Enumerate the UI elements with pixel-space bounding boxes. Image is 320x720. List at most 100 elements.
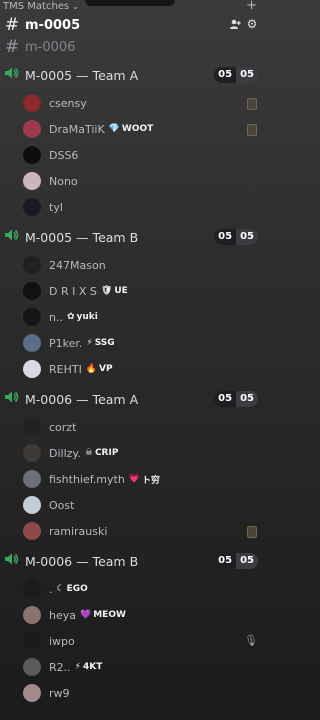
fire-icon: 🔥 (85, 364, 98, 374)
avatar (23, 172, 41, 190)
speaker-icon (3, 551, 25, 571)
user-count: 05 (214, 553, 237, 569)
avatar (23, 360, 41, 378)
voice-channel[interactable]: M-0005 — Team B 05 05 (0, 226, 262, 248)
voice-user[interactable]: corzt (0, 414, 262, 440)
user-count: 05 (214, 391, 237, 407)
voice-user[interactable]: Dillzy. ☠ CRIP (0, 440, 262, 466)
user-limit-badge: 05 05 (214, 553, 258, 569)
username: Nono (49, 174, 78, 188)
voice-user[interactable]: D R I X S 🛡 UE (0, 278, 262, 304)
username: heya (49, 608, 76, 622)
tag-label: CRIP (94, 448, 119, 458)
avatar (23, 658, 41, 676)
tag-label: yuki (76, 312, 98, 322)
voice-user-list: corzt Dillzy. ☠ CRIP fishthief.myth 💗 ト穷 Oost ra… (0, 414, 262, 544)
voice-user[interactable]: csensy (0, 90, 262, 116)
user-limit-badge: 05 05 (214, 391, 258, 407)
muted-mic-icon: 🎙 (244, 634, 258, 647)
voice-user[interactable]: Nono (0, 168, 262, 194)
username: . (49, 582, 53, 596)
heart-icon: 💜 (80, 610, 92, 620)
voice-user[interactable]: DraMaTiiK 💎 WOOT (0, 116, 262, 142)
voice-user[interactable]: DSS6 (0, 142, 262, 168)
server-tag: 💜 MEOW (80, 610, 126, 620)
avatar (23, 522, 41, 540)
speaker-icon (3, 65, 25, 85)
add-member-icon[interactable] (229, 18, 241, 30)
server-tag: 🔥 VP (86, 364, 113, 374)
voice-channel-name: M-0006 — Team B (25, 553, 139, 569)
voice-user[interactable]: fishthief.myth 💗 ト穷 (0, 466, 262, 492)
avatar (23, 94, 41, 112)
voice-user[interactable]: tyl (0, 194, 262, 220)
server-tag: ☠ CRIP (85, 448, 119, 458)
username: DraMaTiiK (49, 122, 105, 136)
voice-channel[interactable]: M-0006 — Team B 05 05 (0, 550, 262, 572)
username: D R I X S (49, 284, 97, 298)
username: 247Mason (49, 258, 106, 272)
voice-channel[interactable]: M-0006 — Team A 05 05 (0, 388, 262, 410)
user-limit: 05 (236, 391, 258, 407)
tag-label: SSG (94, 338, 115, 348)
voice-channel[interactable]: M-0005 — Team A 05 05 (0, 64, 262, 86)
user-count: 05 (214, 229, 237, 245)
username: ramirauski (49, 524, 108, 538)
chevron-down-icon: ⌄ (72, 2, 79, 11)
category-header[interactable]: TMS Matches ⌄ + (0, 0, 262, 14)
voice-user[interactable]: 247Mason (0, 252, 262, 278)
avatar (23, 334, 41, 352)
avatar (23, 606, 41, 624)
voice-user[interactable]: ramirauski (0, 518, 262, 544)
server-tag: 💎 WOOT (109, 124, 154, 134)
username: DSS6 (49, 148, 79, 162)
username: corzt (49, 420, 77, 434)
voice-user[interactable]: R2.. ⚡ 4KT (0, 654, 262, 680)
deafen-bar-icon (247, 124, 257, 136)
voice-user[interactable]: heya 💜 MEOW (0, 602, 262, 628)
category-name: TMS Matches (3, 1, 70, 12)
voice-user[interactable]: P1ker. ⚡ SSG (0, 330, 262, 356)
gear-icon[interactable]: ⚙ (246, 18, 258, 30)
username: R2.. (49, 660, 71, 674)
username: P1ker. (49, 336, 83, 350)
username: Dillzy. (49, 446, 81, 460)
flower-icon: ✿ (66, 312, 75, 322)
username: Oost (49, 498, 75, 512)
channel-name: m-0006 (25, 39, 76, 55)
voice-user[interactable]: iwpo 🎙 (0, 628, 262, 654)
hashtag-icon: # (4, 15, 20, 35)
server-tag: ☾ EGO (57, 584, 88, 594)
deafen-bar-icon (247, 526, 257, 538)
user-limit-badge: 05 05 (214, 67, 258, 83)
add-channel-icon[interactable]: + (246, 0, 257, 13)
avatar (23, 580, 41, 598)
hashtag-icon: # (4, 37, 20, 57)
voice-user[interactable]: n.. ✿ yuki (0, 304, 262, 330)
voice-user[interactable]: REHTI 🔥 VP (0, 356, 262, 382)
text-channel-m-0005[interactable]: # m-0005 ⚙ (0, 14, 262, 36)
deafen-bar-icon (247, 98, 257, 110)
voice-user-list: 247Mason D R I X S 🛡 UE n.. ✿ yuki P1ker. ⚡ SSG RE… (0, 252, 262, 382)
avatar (23, 198, 41, 216)
shield-icon: 🛡 (100, 286, 113, 296)
avatar (23, 256, 41, 274)
category-label[interactable]: TMS Matches ⌄ (3, 1, 79, 12)
avatar (23, 632, 41, 650)
voice-user[interactable]: . ☾ EGO (0, 576, 262, 602)
server-tag: ✿ yuki (67, 312, 98, 322)
user-limit-badge: 05 05 (214, 229, 258, 245)
user-count: 05 (214, 67, 237, 83)
channel-name: m-0005 (25, 17, 81, 33)
voice-user[interactable]: Oost (0, 492, 262, 518)
tag-label: ト穷 (142, 475, 161, 486)
text-channel-m-0006[interactable]: # m-0006 (0, 36, 262, 58)
voice-channel-name: M-0005 — Team B (25, 229, 139, 245)
server-tag: ⚡ SSG (86, 338, 114, 348)
avatar (23, 146, 41, 164)
moon-icon: ☾ (56, 584, 65, 594)
voice-user[interactable]: rw9 (0, 680, 262, 706)
username: REHTI (49, 362, 82, 376)
voice-user-list: . ☾ EGO heya 💜 MEOW iwpo 🎙 R2.. ⚡ 4KT rw9 (0, 576, 262, 706)
speaker-icon (3, 227, 25, 247)
